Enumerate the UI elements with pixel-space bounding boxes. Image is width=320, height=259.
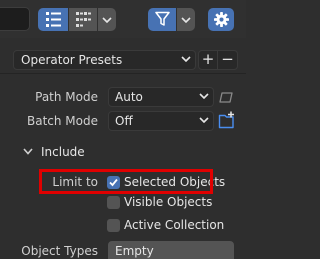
file-browser-toolbar [0, 0, 246, 38]
remove-preset-button[interactable]: − [218, 50, 238, 70]
batch-mode-dropdown[interactable]: Off [108, 111, 214, 131]
add-preset-button[interactable]: + [198, 50, 218, 70]
path-mode-value: Auto [115, 90, 143, 104]
new-folder-icon[interactable] [218, 111, 235, 129]
chevron-down-icon [199, 93, 209, 99]
chevron-down-icon [199, 117, 209, 123]
chevron-down-icon [23, 148, 33, 155]
view-mode-dropdown[interactable] [97, 8, 116, 31]
chevron-down-icon [181, 56, 191, 62]
visible-objects-label: Visible Objects [124, 195, 213, 209]
highlight-box [39, 169, 213, 194]
search-input[interactable] [0, 7, 30, 31]
include-panel-header[interactable]: Include [14, 145, 194, 163]
object-types-value: Empty [115, 244, 154, 258]
batch-mode-label: Batch Mode [26, 114, 98, 128]
vertical-list-view-button[interactable] [38, 8, 68, 31]
funnel-icon [155, 11, 170, 26]
batch-mode-value: Off [115, 114, 133, 128]
operator-presets-dropdown[interactable]: Operator Presets [13, 50, 196, 70]
object-types-label: Object Types [21, 244, 98, 258]
chevron-down-icon [102, 16, 112, 23]
gear-icon [214, 12, 229, 27]
filter-dropdown[interactable] [176, 8, 195, 31]
active-collection-label: Active Collection [124, 218, 225, 232]
path-mode-dropdown[interactable]: Auto [108, 87, 214, 107]
filter-button[interactable] [148, 8, 176, 31]
embed-files-icon[interactable] [219, 92, 233, 103]
object-types-empty-toggle[interactable]: Empty [108, 241, 234, 259]
columns-view-icon [76, 12, 91, 27]
horizontal-list-view-button[interactable] [68, 8, 97, 31]
operator-presets-label: Operator Presets [21, 53, 123, 67]
operator-presets-row: Operator Presets + − [0, 45, 246, 73]
list-view-icon [46, 12, 61, 27]
chevron-down-icon [181, 16, 191, 23]
active-collection-checkbox[interactable] [107, 219, 120, 232]
settings-button[interactable] [208, 8, 234, 31]
path-mode-label: Path Mode [35, 90, 98, 104]
include-panel-title: Include [41, 145, 85, 159]
visible-objects-checkbox[interactable] [107, 196, 120, 209]
divider [0, 73, 246, 74]
